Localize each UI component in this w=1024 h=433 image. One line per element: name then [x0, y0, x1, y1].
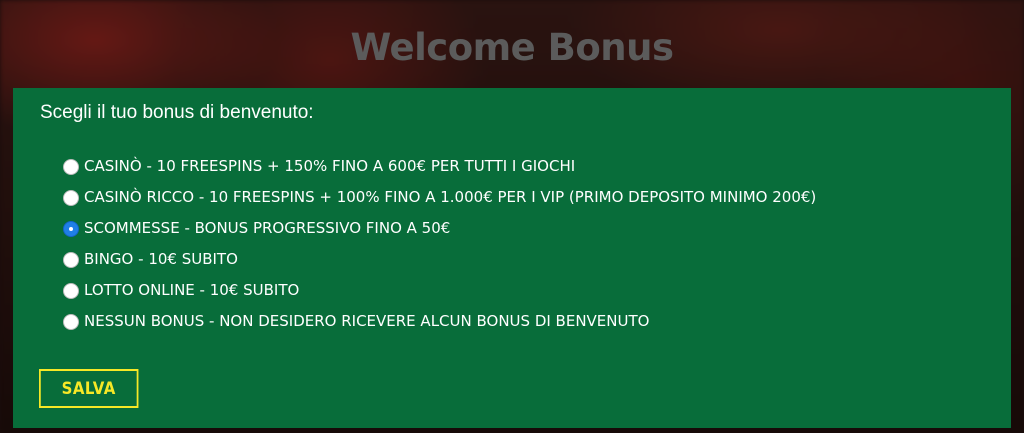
radio-button[interactable]	[63, 282, 79, 299]
radio-button[interactable]	[63, 251, 79, 268]
bonus-option-nessun-bonus[interactable]: NESSUN BONUS - NON DESIDERO RICEVERE ALC…	[63, 305, 816, 336]
bonus-selection-panel: Scegli il tuo bonus di benvenuto: CASINÒ…	[13, 88, 1011, 428]
bonus-option-label[interactable]: SCOMMESSE - BONUS PROGRESSIVO FINO A 50€	[84, 219, 450, 237]
bonus-option-label[interactable]: NESSUN BONUS - NON DESIDERO RICEVERE ALC…	[84, 312, 649, 330]
radio-button[interactable]	[63, 220, 79, 237]
radio-button[interactable]	[63, 158, 79, 175]
bonus-option-label[interactable]: CASINÒ - 10 FREESPINS + 150% FINO A 600€…	[84, 157, 575, 175]
page-title: Welcome Bonus	[350, 26, 674, 69]
bonus-prompt: Scegli il tuo bonus di benvenuto:	[40, 102, 314, 123]
bonus-option-scommesse[interactable]: SCOMMESSE - BONUS PROGRESSIVO FINO A 50€	[63, 212, 816, 243]
bonus-option-label[interactable]: LOTTO ONLINE - 10€ SUBITO	[84, 281, 299, 299]
radio-button[interactable]	[63, 313, 79, 330]
radio-button[interactable]	[63, 189, 79, 206]
bonus-options-list: CASINÒ - 10 FREESPINS + 150% FINO A 600€…	[63, 150, 816, 336]
save-button[interactable]: SALVA	[39, 369, 139, 408]
bonus-option-casino-ricco[interactable]: CASINÒ RICCO - 10 FREESPINS + 100% FINO …	[63, 181, 816, 212]
bonus-option-lotto-online[interactable]: LOTTO ONLINE - 10€ SUBITO	[63, 274, 816, 305]
bonus-option-casino[interactable]: CASINÒ - 10 FREESPINS + 150% FINO A 600€…	[63, 150, 816, 181]
bonus-option-bingo[interactable]: BINGO - 10€ SUBITO	[63, 243, 816, 274]
bonus-option-label[interactable]: CASINÒ RICCO - 10 FREESPINS + 100% FINO …	[84, 188, 816, 206]
bonus-option-label[interactable]: BINGO - 10€ SUBITO	[84, 250, 238, 268]
